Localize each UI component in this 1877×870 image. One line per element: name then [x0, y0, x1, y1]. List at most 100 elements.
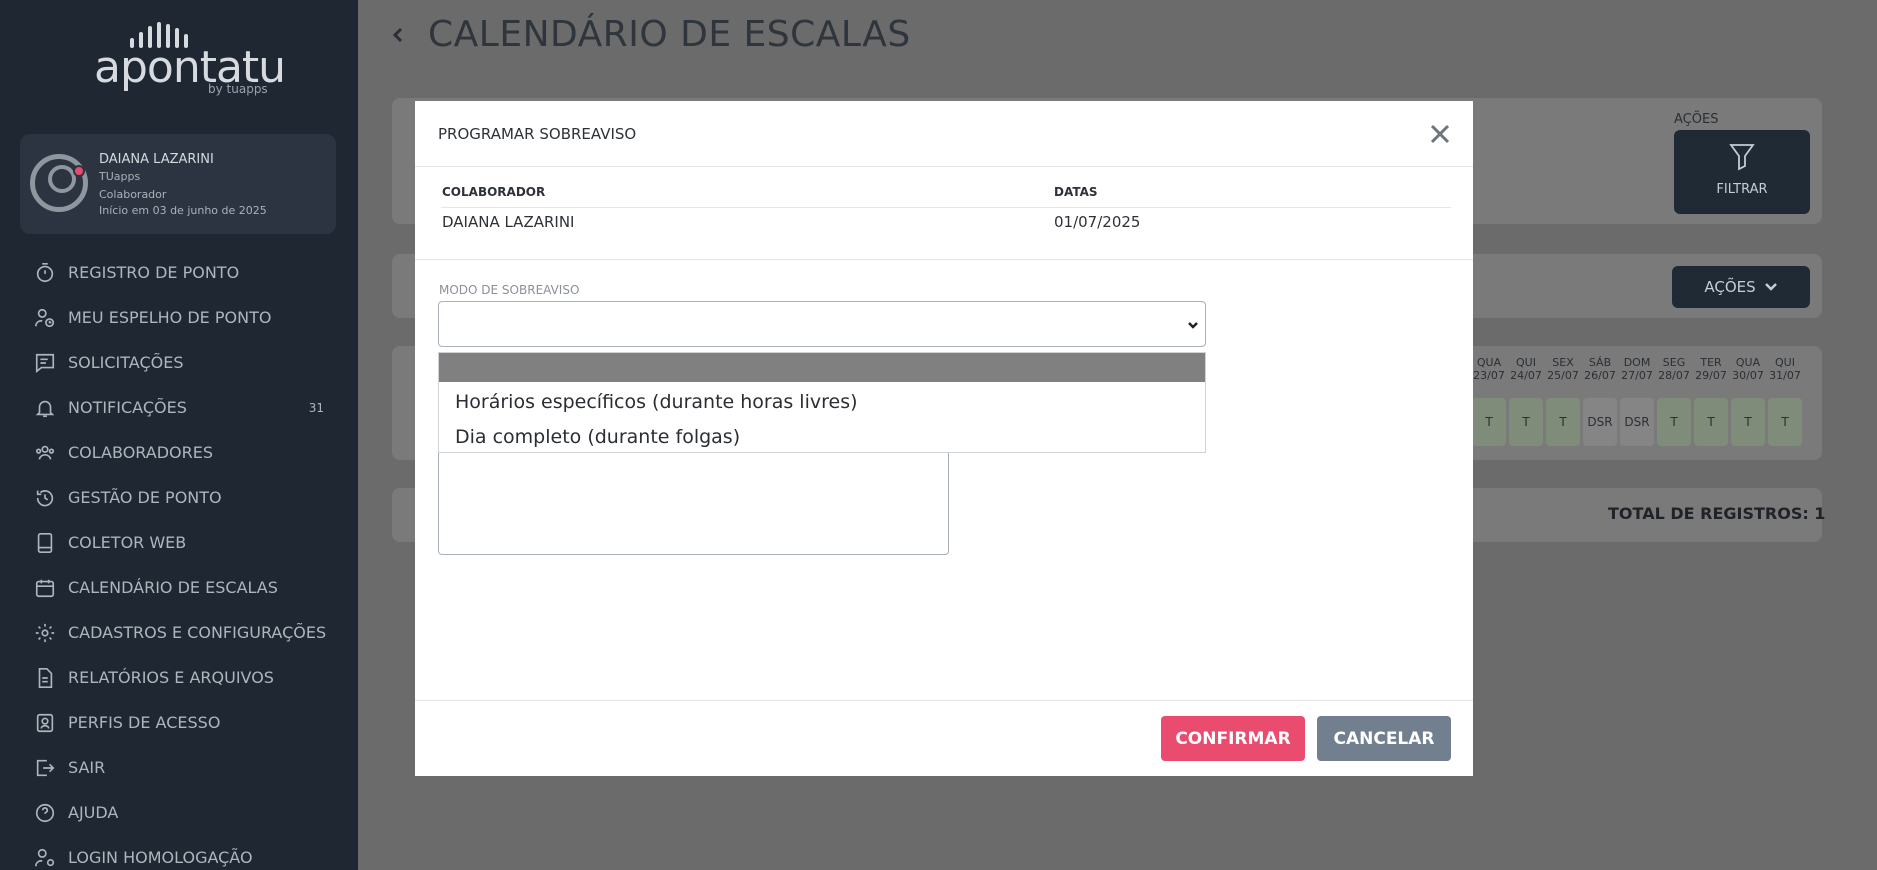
stopwatch-icon — [34, 262, 56, 284]
mode-option-full-day[interactable]: Dia completo (durante folgas) — [439, 422, 1205, 452]
calendar-shift-cell[interactable]: T — [1509, 398, 1543, 446]
users-icon — [34, 442, 56, 464]
calendar-shift-cell[interactable]: T — [1694, 398, 1728, 446]
avatar — [30, 154, 88, 212]
actions-label: AÇÕES — [1674, 112, 1719, 127]
cell-datas: 01/07/2025 — [1054, 213, 1141, 231]
user-since: Início em 03 de junho de 2025 — [99, 204, 267, 217]
modal-title: PROGRAMAR SOBREAVISO — [438, 125, 637, 143]
sidebar-item-label: GESTÃO DE PONTO — [68, 488, 222, 507]
document-icon — [34, 667, 56, 689]
sidebar-item-notificacoes[interactable]: NOTIFICAÇÕES 31 — [0, 385, 358, 430]
sidebar-item-login-homologacao[interactable]: LOGIN HOMOLOGAÇÃO — [0, 835, 358, 870]
sidebar-item-label: COLETOR WEB — [68, 533, 187, 552]
sidebar-item-label: REGISTRO DE PONTO — [68, 263, 240, 282]
sidebar-item-solicitacoes[interactable]: SOLICITAÇÕES — [0, 340, 358, 385]
sidebar: apontatu by tuapps DAIANA LAZARINI TUapp… — [0, 0, 358, 870]
user-clock-icon — [34, 307, 56, 329]
filter-button-label: FILTRAR — [1716, 182, 1768, 197]
notification-count-badge: 31 — [308, 400, 324, 415]
calendar-day-headers: QUA 23/07 QUI 24/07 SEX 25/07 SÁB 26/07 DOM 2… — [1472, 356, 1802, 382]
calendar-shift-cell[interactable]: DSR — [1583, 398, 1617, 446]
cell-colaborador: DAIANA LAZARINI — [442, 213, 575, 231]
sidebar-item-label: SOLICITAÇÕES — [68, 353, 184, 372]
filter-button[interactable]: FILTRAR — [1674, 130, 1810, 214]
sidebar-item-label: CALENDÁRIO DE ESCALAS — [68, 578, 278, 597]
close-icon[interactable] — [1427, 121, 1453, 147]
user-name: DAIANA LAZARINI — [99, 152, 214, 167]
schedule-on-call-modal: PROGRAMAR SOBREAVISO COLABORADOR DATAS D… — [415, 101, 1473, 776]
total-records: TOTAL DE REGISTROS: 1 — [1608, 504, 1826, 523]
help-icon — [34, 802, 56, 824]
calendar-day-header: TER 29/07 — [1695, 356, 1727, 382]
actions-button-label: AÇÕES — [1704, 278, 1756, 296]
page-header: CALENDÁRIO DE ESCALAS — [388, 14, 911, 55]
tablet-icon — [34, 532, 56, 554]
chevron-down-icon — [1188, 322, 1198, 329]
sidebar-item-label: AJUDA — [68, 803, 119, 822]
mode-option-empty[interactable] — [439, 353, 1205, 382]
chat-list-icon — [34, 352, 56, 374]
back-arrow-icon[interactable] — [388, 25, 408, 45]
logout-icon — [34, 757, 56, 779]
sidebar-item-meu-espelho[interactable]: MEU ESPELHO DE PONTO — [0, 295, 358, 340]
sidebar-item-gestao-de-ponto[interactable]: GESTÃO DE PONTO — [0, 475, 358, 520]
calendar-shift-cell[interactable]: T — [1472, 398, 1506, 446]
user-gear-icon — [34, 847, 56, 869]
sidebar-item-label: SAIR — [68, 758, 106, 777]
calendar-day-header: QUI 24/07 — [1510, 356, 1542, 382]
sidebar-item-relatorios[interactable]: RELATÓRIOS E ARQUIVOS — [0, 655, 358, 700]
sidebar-item-sair[interactable]: SAIR — [0, 745, 358, 790]
actions-dropdown-button[interactable]: AÇÕES — [1672, 266, 1810, 308]
calendar-day-header: QUA 23/07 — [1473, 356, 1505, 382]
confirm-button[interactable]: CONFIRMAR — [1161, 716, 1305, 761]
calendar-day-header: SÁB 26/07 — [1584, 356, 1616, 382]
id-badge-icon — [34, 712, 56, 734]
sidebar-item-calendario-de-escalas[interactable]: CALENDÁRIO DE ESCALAS — [0, 565, 358, 610]
mode-option-specific-hours[interactable]: Horários específicos (durante horas livr… — [439, 387, 1205, 417]
funnel-icon — [1728, 142, 1756, 172]
bell-icon — [34, 397, 56, 419]
cancel-button[interactable]: CANCELAR — [1317, 716, 1451, 761]
brand-by: by tuapps — [208, 82, 268, 96]
user-card[interactable]: DAIANA LAZARINI TUapps Colaborador Iníci… — [20, 134, 336, 234]
history-icon — [34, 487, 56, 509]
calendar-icon — [34, 577, 56, 599]
calendar-shift-cell[interactable]: T — [1768, 398, 1802, 446]
calendar-day-header: DOM 27/07 — [1621, 356, 1653, 382]
page-title: CALENDÁRIO DE ESCALAS — [428, 14, 911, 55]
calendar-day-header: QUI 31/07 — [1769, 356, 1801, 382]
sidebar-item-cadastros[interactable]: CADASTROS E CONFIGURAÇÕES — [0, 610, 358, 655]
gear-icon — [34, 622, 56, 644]
sidebar-item-label: RELATÓRIOS E ARQUIVOS — [68, 668, 274, 687]
user-role: Colaborador — [99, 188, 167, 201]
chevron-down-icon — [1764, 283, 1777, 291]
sidebar-item-label: LOGIN HOMOLOGAÇÃO — [68, 848, 253, 867]
sidebar-item-label: MEU ESPELHO DE PONTO — [68, 308, 272, 327]
modal-table-divider — [415, 259, 1473, 260]
calendar-shift-cell[interactable]: T — [1546, 398, 1580, 446]
mode-options-list: Horários específicos (durante horas livr… — [438, 352, 1206, 453]
brand-logo[interactable]: apontatu by tuapps — [90, 18, 286, 100]
sidebar-item-coletor-web[interactable]: COLETOR WEB — [0, 520, 358, 565]
sidebar-item-ajuda[interactable]: AJUDA — [0, 790, 358, 835]
column-header-colaborador: COLABORADOR — [442, 185, 546, 199]
calendar-shift-cell[interactable]: T — [1731, 398, 1765, 446]
sidebar-item-label: COLABORADORES — [68, 443, 213, 462]
calendar-shift-row: T T T DSR DSR T T T T — [1472, 398, 1802, 446]
sidebar-item-label: PERFIS DE ACESSO — [68, 713, 221, 732]
table-header-divider — [441, 207, 1451, 208]
calendar-shift-cell[interactable]: DSR — [1620, 398, 1654, 446]
calendar-shift-cell[interactable]: T — [1657, 398, 1691, 446]
status-dot — [73, 165, 85, 177]
modal-footer-divider — [415, 700, 1473, 701]
notes-textarea[interactable] — [438, 453, 949, 555]
sidebar-item-registro-de-ponto[interactable]: REGISTRO DE PONTO — [0, 250, 358, 295]
sidebar-item-colaboradores[interactable]: COLABORADORES — [0, 430, 358, 475]
modal-header-divider — [415, 166, 1473, 167]
calendar-day-header: QUA 30/07 — [1732, 356, 1764, 382]
mode-field-label: MODO DE SOBREAVISO — [439, 283, 580, 297]
mode-select[interactable] — [438, 301, 1206, 347]
sidebar-item-perfis-de-acesso[interactable]: PERFIS DE ACESSO — [0, 700, 358, 745]
sidebar-menu: REGISTRO DE PONTO MEU ESPELHO DE PONTO S… — [0, 250, 358, 870]
